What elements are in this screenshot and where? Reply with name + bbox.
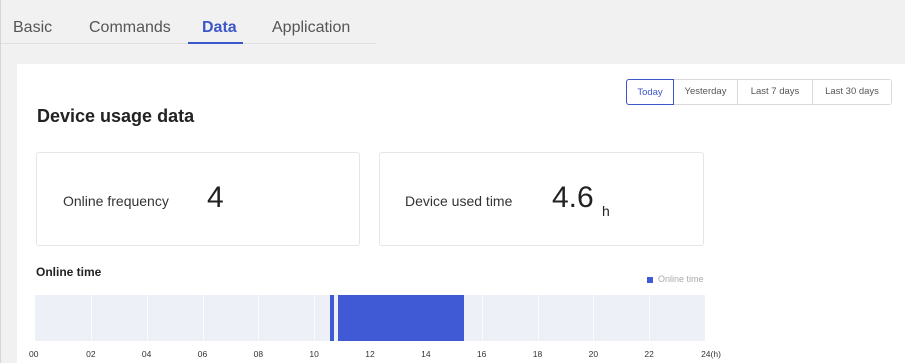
grid-line <box>314 295 316 341</box>
tab-data[interactable]: Data <box>202 19 237 37</box>
range-last-30-days-button[interactable]: Last 30 days <box>813 80 891 104</box>
grid-line <box>258 295 260 341</box>
axis-tick-label: 16 <box>476 349 487 359</box>
device-used-time-card: Device used time 4.6 h <box>379 152 704 246</box>
online-time-chart <box>35 295 705 341</box>
tab-active-indicator <box>188 42 243 44</box>
grid-line <box>90 295 92 341</box>
grid-line <box>537 295 539 341</box>
device-used-time-value: 4.6 <box>552 181 594 214</box>
online-segment <box>337 295 464 341</box>
grid-line <box>146 295 148 341</box>
online-frequency-card: Online frequency 4 <box>36 152 360 246</box>
section-title: Device usage data <box>37 106 195 126</box>
axis-tick-label: 18 <box>532 349 543 359</box>
axis-tick-label: 00 <box>29 349 39 359</box>
online-time-label: Online time <box>36 265 102 279</box>
device-details-panel: Basic Commands Data Application Today Ye… <box>0 0 905 363</box>
tab-commands[interactable]: Commands <box>89 19 171 37</box>
axis-tick-label: 20 <box>588 349 599 359</box>
online-time-legend: Online time <box>647 274 704 284</box>
axis-tick-label: 14 <box>421 349 431 359</box>
date-range-selector: Today Yesterday Last 7 days Last 30 days <box>626 79 892 105</box>
range-today-button[interactable]: Today <box>626 79 674 105</box>
tab-basic[interactable]: Basic <box>13 19 52 37</box>
grid-line <box>593 295 595 341</box>
axis-tick-label: 02 <box>86 349 96 359</box>
axis-tick-label: 12 <box>365 349 375 359</box>
grid-line <box>481 295 483 341</box>
online-segment <box>329 295 334 341</box>
legend-swatch <box>647 276 653 283</box>
tab-application[interactable]: Application <box>272 19 350 37</box>
axis-tick-label: 04 <box>141 349 152 359</box>
legend-label: Online time <box>658 274 704 284</box>
usage-card: Today Yesterday Last 7 days Last 30 days… <box>17 64 905 363</box>
axis-tick-label: 22 <box>644 349 654 359</box>
online-frequency-label: Online frequency <box>63 193 169 209</box>
device-used-time-unit: h <box>602 203 610 219</box>
grid-line <box>202 295 204 341</box>
online-frequency-value: 4 <box>207 181 224 214</box>
grid-line <box>649 295 651 341</box>
range-last-7-days-button[interactable]: Last 7 days <box>738 80 813 104</box>
axis-tick-label: 06 <box>197 349 208 359</box>
range-yesterday-button[interactable]: Yesterday <box>674 80 738 104</box>
tab-bar: Basic Commands Data Application <box>1 0 905 44</box>
axis-tick-label: 10 <box>309 349 319 359</box>
device-used-time-label: Device used time <box>405 193 513 209</box>
axis-tick-label: 08 <box>253 349 264 359</box>
axis-tick-label: 24(h) <box>701 349 721 359</box>
